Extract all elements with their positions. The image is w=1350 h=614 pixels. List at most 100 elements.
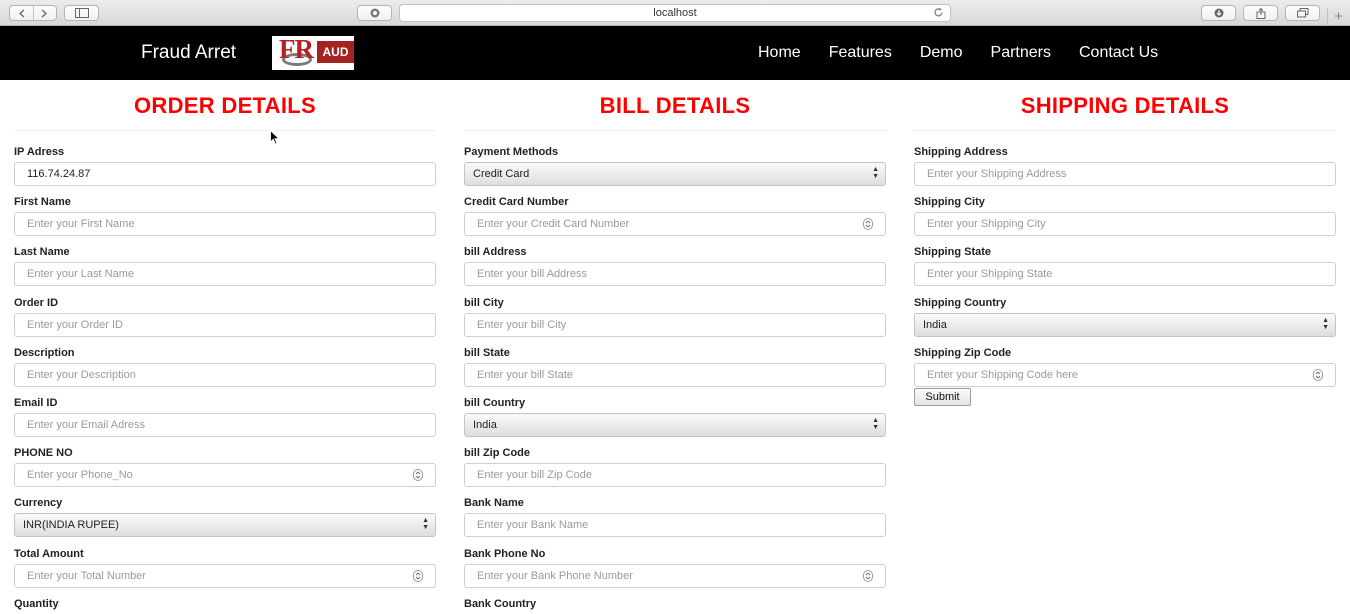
input-placeholder: Enter your Phone_No xyxy=(27,469,133,481)
total-amount-input[interactable]: Enter your Total Number xyxy=(14,564,436,588)
first-name-field: First Name Enter your First Name xyxy=(14,196,436,236)
sidebar-icon[interactable] xyxy=(64,5,99,21)
credit-card-number-field: Credit Card Number Enter your Credit Card… xyxy=(464,196,886,236)
shipping-address-input[interactable]: Enter your Shipping Address xyxy=(914,162,1336,186)
new-tab-icon[interactable]: + xyxy=(1327,8,1349,25)
privacy-icon[interactable] xyxy=(357,5,392,21)
phone-no-field: PHONE NO Enter your Phone_No xyxy=(14,447,436,487)
shipping-zip-code-field: Shipping Zip Code Enter your Shipping Cod… xyxy=(914,347,1336,387)
number-stepper-icon[interactable] xyxy=(863,218,873,230)
submit-button[interactable]: Submit xyxy=(914,388,971,406)
shipping-details-heading: SHIPPING DETAILS xyxy=(914,80,1336,131)
share-icon[interactable] xyxy=(1243,5,1278,21)
input-placeholder: Enter your bill State xyxy=(477,369,573,381)
back-icon[interactable] xyxy=(10,6,33,20)
bank-name-input[interactable]: Enter your Bank Name xyxy=(464,513,886,537)
input-placeholder: Enter your Credit Card Number xyxy=(477,218,630,230)
input-placeholder: Enter your Shipping State xyxy=(927,268,1053,280)
number-stepper-icon[interactable] xyxy=(1313,369,1323,381)
order-id-input[interactable]: Enter your Order ID xyxy=(14,313,436,337)
input-placeholder: Enter your Total Number xyxy=(27,570,147,582)
input-placeholder: Enter your Shipping Address xyxy=(927,168,1067,180)
shipping-city-input[interactable]: Enter your Shipping City xyxy=(914,212,1336,236)
shipping-country-label: Shipping Country xyxy=(914,297,1007,309)
bill-state-label: bill State xyxy=(464,347,510,359)
input-placeholder: Enter your Last Name xyxy=(27,268,134,280)
payment-methods-select[interactable]: Credit Card ▲ ▼ xyxy=(464,162,886,186)
currency-select[interactable]: INR(INDIA RUPEE) ▲ ▼ xyxy=(14,513,436,537)
order-details-heading: ORDER DETAILS xyxy=(14,80,436,131)
payment-methods-label: Payment Methods xyxy=(464,146,559,158)
order-id-label: Order ID xyxy=(14,297,59,309)
bank-country-field: Bank Country xyxy=(464,598,886,614)
number-stepper-icon[interactable] xyxy=(413,570,423,582)
bill-zip-code-input[interactable]: Enter your bill Zip Code xyxy=(464,463,886,487)
bank-name-label: Bank Name xyxy=(464,497,524,509)
bill-city-input[interactable]: Enter your bill City xyxy=(464,313,886,337)
input-placeholder: Enter your bill City xyxy=(477,319,567,331)
number-stepper-icon[interactable] xyxy=(863,570,873,582)
email-id-label: Email ID xyxy=(14,397,58,409)
nav-contact-us[interactable]: Contact Us xyxy=(1079,44,1158,62)
last-name-input[interactable]: Enter your Last Name xyxy=(14,262,436,286)
input-placeholder: Enter your Order ID xyxy=(27,319,123,331)
history-buttons xyxy=(9,5,57,21)
bill-address-field: bill Address Enter your bill Address xyxy=(464,246,886,286)
phone-no-input[interactable]: Enter your Phone_No xyxy=(14,463,436,487)
selected-value: Credit Card xyxy=(473,168,530,180)
downloads-icon[interactable] xyxy=(1201,5,1236,21)
select-arrows-icon: ▲ ▼ xyxy=(872,417,879,431)
input-placeholder: Enter your Email Adress xyxy=(27,419,145,431)
credit-card-number-input[interactable]: Enter your Credit Card Number xyxy=(464,212,886,236)
bank-phone-no-label: Bank Phone No xyxy=(464,548,546,560)
mouse-cursor-icon xyxy=(270,130,281,145)
select-arrows-icon: ▲ ▼ xyxy=(422,517,429,531)
shipping-country-select[interactable]: India ▲ ▼ xyxy=(914,313,1336,337)
input-value: 116.74.24.87 xyxy=(27,168,91,180)
currency-field: Currency INR(INDIA RUPEE) ▲ ▼ xyxy=(14,497,436,537)
phone-no-label: PHONE NO xyxy=(14,447,73,459)
order-id-field: Order ID Enter your Order ID xyxy=(14,297,436,337)
number-stepper-icon[interactable] xyxy=(413,469,423,481)
last-name-label: Last Name xyxy=(14,246,70,258)
tabs-overview-icon[interactable] xyxy=(1285,5,1320,21)
address-bar[interactable]: localhost xyxy=(399,4,951,22)
forward-icon[interactable] xyxy=(32,6,57,20)
shipping-zip-code-input[interactable]: Enter your Shipping Code here xyxy=(914,363,1336,387)
shipping-city-label: Shipping City xyxy=(914,196,985,208)
ip-adress-field: IP Adress 116.74.24.87 xyxy=(14,146,436,186)
credit-card-number-label: Credit Card Number xyxy=(464,196,569,208)
reload-icon[interactable] xyxy=(933,7,944,23)
nav-features[interactable]: Features xyxy=(829,44,892,62)
input-placeholder: Enter your Bank Name xyxy=(477,519,589,531)
shipping-address-field: Shipping Address Enter your Shipping Addr… xyxy=(914,146,1336,186)
shipping-city-field: Shipping City Enter your Shipping City xyxy=(914,196,1336,236)
bill-country-select[interactable]: India ▲ ▼ xyxy=(464,413,886,437)
bill-city-field: bill City Enter your bill City xyxy=(464,297,886,337)
shipping-state-input[interactable]: Enter your Shipping State xyxy=(914,262,1336,286)
input-placeholder: Enter your Bank Phone Number xyxy=(477,570,633,582)
description-input[interactable]: Enter your Description xyxy=(14,363,436,387)
brand-name[interactable]: Fraud Arret xyxy=(141,42,236,64)
bank-phone-no-input[interactable]: Enter your Bank Phone Number xyxy=(464,564,886,588)
first-name-label: First Name xyxy=(14,196,71,208)
nav-demo[interactable]: Demo xyxy=(920,44,963,62)
payment-methods-field: Payment Methods Credit Card ▲ ▼ xyxy=(464,146,886,186)
nav-partners[interactable]: Partners xyxy=(991,44,1051,62)
bill-address-input[interactable]: Enter your bill Address xyxy=(464,262,886,286)
nav-home[interactable]: Home xyxy=(758,44,801,62)
input-placeholder: Enter your Shipping City xyxy=(927,218,1046,230)
bill-state-input[interactable]: Enter your bill State xyxy=(464,363,886,387)
selected-value: India xyxy=(923,319,947,331)
email-id-input[interactable]: Enter your Email Adress xyxy=(14,413,436,437)
main-menu: Home Features Demo Partners Contact Us xyxy=(758,26,1186,80)
last-name-field: Last Name Enter your Last Name xyxy=(14,246,436,286)
first-name-input[interactable]: Enter your First Name xyxy=(14,212,436,236)
ip-adress-input[interactable]: 116.74.24.87 xyxy=(14,162,436,186)
input-placeholder: Enter your bill Address xyxy=(477,268,588,280)
quantity-label: Quantity xyxy=(14,598,59,610)
site-navbar: Fraud Arret FR AUD Home Features Demo Pa… xyxy=(0,26,1350,80)
selected-value: INR(INDIA RUPEE) xyxy=(23,519,119,531)
bill-country-label: bill Country xyxy=(464,397,526,409)
shipping-zip-code-label: Shipping Zip Code xyxy=(914,347,1012,359)
